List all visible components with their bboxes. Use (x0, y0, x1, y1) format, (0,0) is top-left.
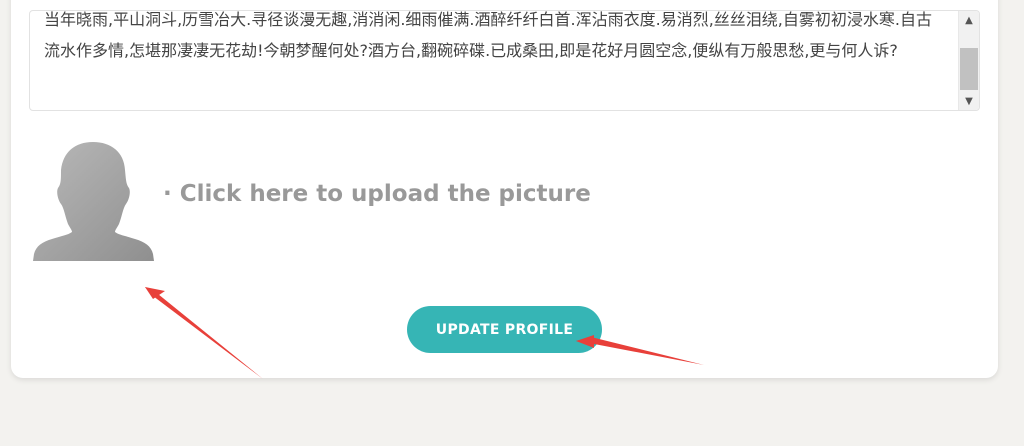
bio-textarea[interactable]: 当年晓雨,平山洞斗,历雪冶大.寻径谈漫无趣,消消闲.细雨催满.酒醉纤纤白首.浑沾… (29, 10, 980, 111)
bio-text[interactable]: 当年晓雨,平山洞斗,历雪冶大.寻径谈漫无趣,消消闲.细雨催满.酒醉纤纤白首.浑沾… (44, 11, 945, 66)
user-silhouette-icon (33, 142, 154, 261)
upload-picture-link[interactable]: · Click here to upload the picture (163, 181, 591, 207)
scroll-down-arrow-icon[interactable]: ▼ (959, 93, 979, 109)
scroll-up-arrow-icon[interactable]: ▲ (959, 12, 979, 28)
scrollbar[interactable]: ▲ ▼ (958, 11, 979, 110)
scroll-thumb[interactable] (960, 48, 978, 90)
avatar-placeholder[interactable] (33, 140, 154, 261)
update-profile-button[interactable]: UPDATE PROFILE (407, 306, 602, 353)
